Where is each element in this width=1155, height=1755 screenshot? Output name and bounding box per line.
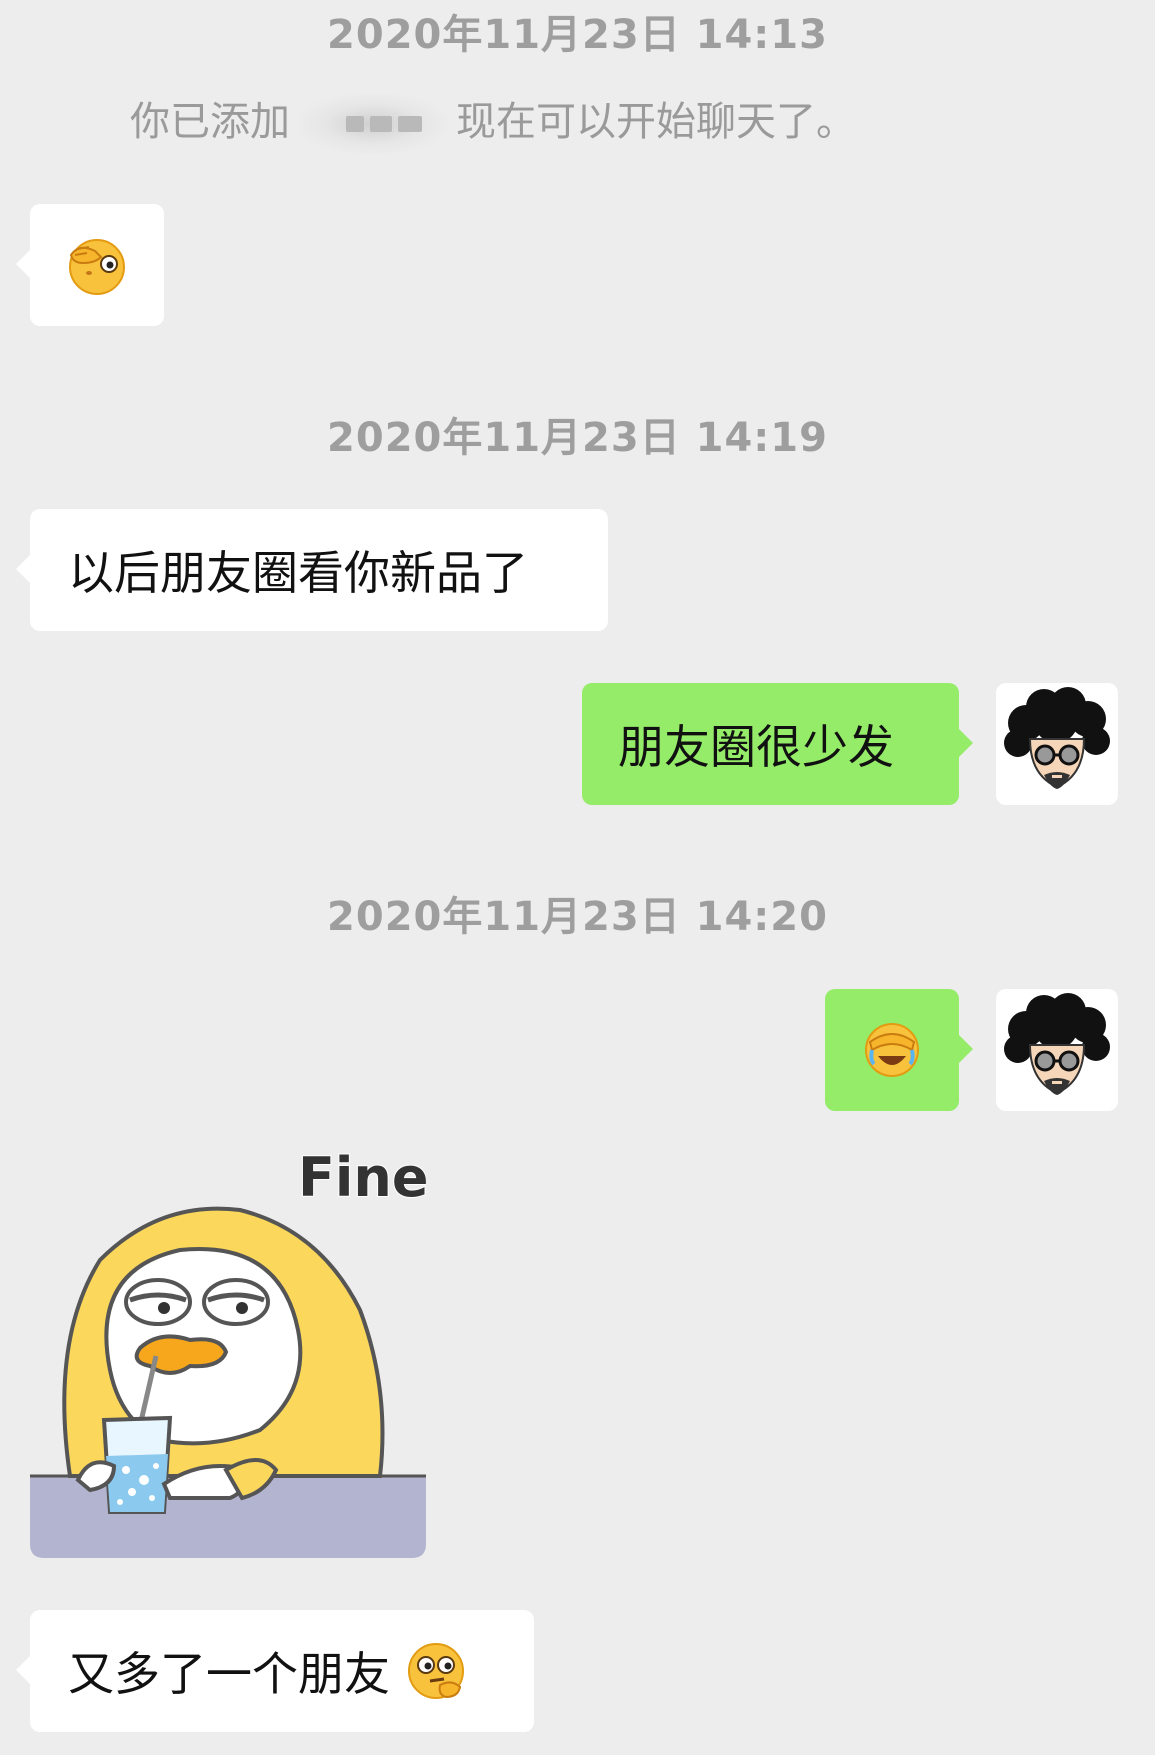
message-bubble-incoming[interactable] <box>16 204 164 326</box>
timestamp: 2020年11月23日 14:19 <box>327 415 828 461</box>
yellow-duck-sticker: Fine <box>30 1145 429 1558</box>
timestamp: 2020年11月23日 14:20 <box>327 894 828 940</box>
afro-man-avatar-icon <box>1004 993 1110 1095</box>
message-bubble-outgoing[interactable] <box>825 989 973 1111</box>
system-note-prefix: 你已添加 <box>130 99 290 145</box>
facepalm-laugh-emoji <box>865 1023 919 1077</box>
sticker-caption: Fine <box>298 1146 426 1209</box>
system-note: 你已添加 现在可以开始聊天了。 <box>130 92 890 154</box>
message-bubble-outgoing[interactable]: 朋友圈很少发 <box>582 683 973 805</box>
message-bubble-incoming[interactable]: 以后朋友圈看你新品了 <box>16 509 608 631</box>
timestamp: 2020年11月23日 14:13 <box>327 12 828 58</box>
redacted-contact-name <box>298 94 448 154</box>
afro-man-avatar-icon <box>1004 687 1110 789</box>
message-text: 以后朋友圈看你新品了 <box>68 546 528 600</box>
thinking-emoji <box>408 1643 464 1699</box>
avatar[interactable] <box>996 683 1118 805</box>
message-text: 又多了一个朋友 <box>68 1647 390 1701</box>
avatar[interactable] <box>996 989 1118 1111</box>
hand-over-eye-emoji <box>69 239 125 295</box>
sticker-message[interactable]: Fine <box>30 1140 429 1558</box>
message-bubble-incoming[interactable]: 又多了一个朋友 <box>16 1610 534 1732</box>
system-note-suffix: 现在可以开始聊天了。 <box>456 99 856 145</box>
message-text: 朋友圈很少发 <box>618 720 894 774</box>
